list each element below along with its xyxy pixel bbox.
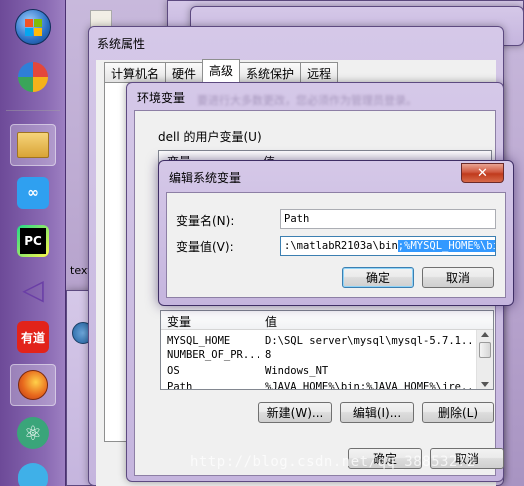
env-vars-title: 环境变量 (137, 91, 186, 105)
system-properties-title: 系统属性 (97, 37, 146, 51)
taskbar: ∞ PC ◁ 有道 ⚛ (0, 0, 66, 486)
close-icon[interactable]: ✕ (461, 163, 504, 183)
taskbar-start[interactable] (10, 6, 56, 48)
system-vars-header-var[interactable]: 变量 (167, 313, 191, 330)
system-vars-scrollbar[interactable] (476, 330, 493, 389)
scrollbar-thumb[interactable] (479, 342, 491, 358)
visual-studio-icon: ◁ (22, 272, 44, 306)
table-row-name[interactable]: MYSQL_HOME (167, 335, 259, 347)
table-row-value[interactable]: 8 (265, 349, 471, 361)
var-name-input[interactable]: Path (280, 209, 496, 229)
taskbar-youdao[interactable]: 有道 (10, 316, 56, 358)
taskbar-visual-studio[interactable]: ◁ (10, 268, 56, 310)
env-vars-blurred-hint: 要进行大多数更改，您必须作为管理员登录。 (197, 94, 417, 107)
youdao-dict-icon: 有道 (17, 321, 49, 353)
edit-dialog-title: 编辑系统变量 (169, 171, 242, 185)
taskbar-bird-app[interactable] (10, 456, 56, 486)
bird-app-icon (18, 463, 48, 486)
var-value-selected-text: ;%MYSQL_HOME%\bin (397, 240, 495, 252)
delete-variable-button[interactable]: 删除(L) (422, 402, 494, 423)
table-row-value[interactable]: D:\SQL server\mysql\mysql-5.7.1... (265, 335, 471, 347)
user-vars-label: dell 的用户变量(U) (158, 130, 262, 144)
tab-computer-name[interactable]: 计算机名 (104, 62, 167, 82)
table-row-name[interactable]: NUMBER_OF_PR... (167, 349, 259, 361)
taskbar-pinwheel-app[interactable] (10, 56, 56, 98)
table-row-value[interactable]: %JAVA_HOME%\bin;%JAVA_HOME%\jre... (265, 381, 471, 389)
var-value-text: :\matlabR2103a\bin (284, 240, 398, 252)
new-variable-button[interactable]: 新建(W)... (258, 402, 332, 423)
tab-remote[interactable]: 远程 (300, 62, 339, 82)
atom-icon: ⚛ (17, 417, 49, 449)
taskbar-baidu-netdisk[interactable]: ∞ (10, 172, 56, 214)
watermark: http://blog.csdn.net/qq_38853272 (190, 454, 476, 470)
system-vars-table[interactable]: 变量 值 MYSQL_HOME D:\SQL server\mysql\mysq… (160, 310, 494, 390)
taskbar-atom[interactable]: ⚛ (10, 412, 56, 454)
table-row-name[interactable]: Path (167, 381, 259, 389)
edit-dialog-cancel-button[interactable]: 取消 (422, 267, 494, 288)
table-row-value[interactable]: Windows_NT (265, 365, 471, 377)
tab-hardware[interactable]: 硬件 (165, 62, 204, 82)
system-vars-header-value[interactable]: 值 (265, 313, 277, 330)
taskbar-file-explorer[interactable] (10, 124, 56, 166)
system-properties-tabs: 计算机名 硬件 高级 系统保护 远程 (104, 59, 339, 83)
table-row-name[interactable]: OS (167, 365, 259, 377)
pinwheel-app-icon (18, 62, 48, 92)
file-explorer-icon (17, 132, 49, 158)
edit-dialog-ok-button[interactable]: 确定 (342, 267, 414, 288)
tab-advanced[interactable]: 高级 (202, 59, 241, 82)
var-value-input[interactable]: :\matlabR2103a\bin;%MYSQL_HOME%\bin (280, 236, 496, 256)
var-name-label: 变量名(N): (176, 214, 235, 228)
scroll-down-arrow-icon[interactable] (481, 382, 489, 387)
edit-variable-button[interactable]: 编辑(I)... (340, 402, 414, 423)
taskbar-pycharm[interactable]: PC (10, 220, 56, 262)
windows-start-icon (15, 9, 51, 45)
taskbar-firefox[interactable] (10, 364, 56, 406)
taskbar-separator (6, 110, 60, 111)
var-value-label: 变量值(V): (176, 240, 234, 254)
tab-system-protection[interactable]: 系统保护 (239, 62, 302, 82)
firefox-icon (18, 370, 48, 400)
scroll-up-arrow-icon[interactable] (481, 332, 489, 337)
pycharm-icon: PC (17, 225, 49, 257)
baidu-netdisk-icon: ∞ (17, 177, 49, 209)
